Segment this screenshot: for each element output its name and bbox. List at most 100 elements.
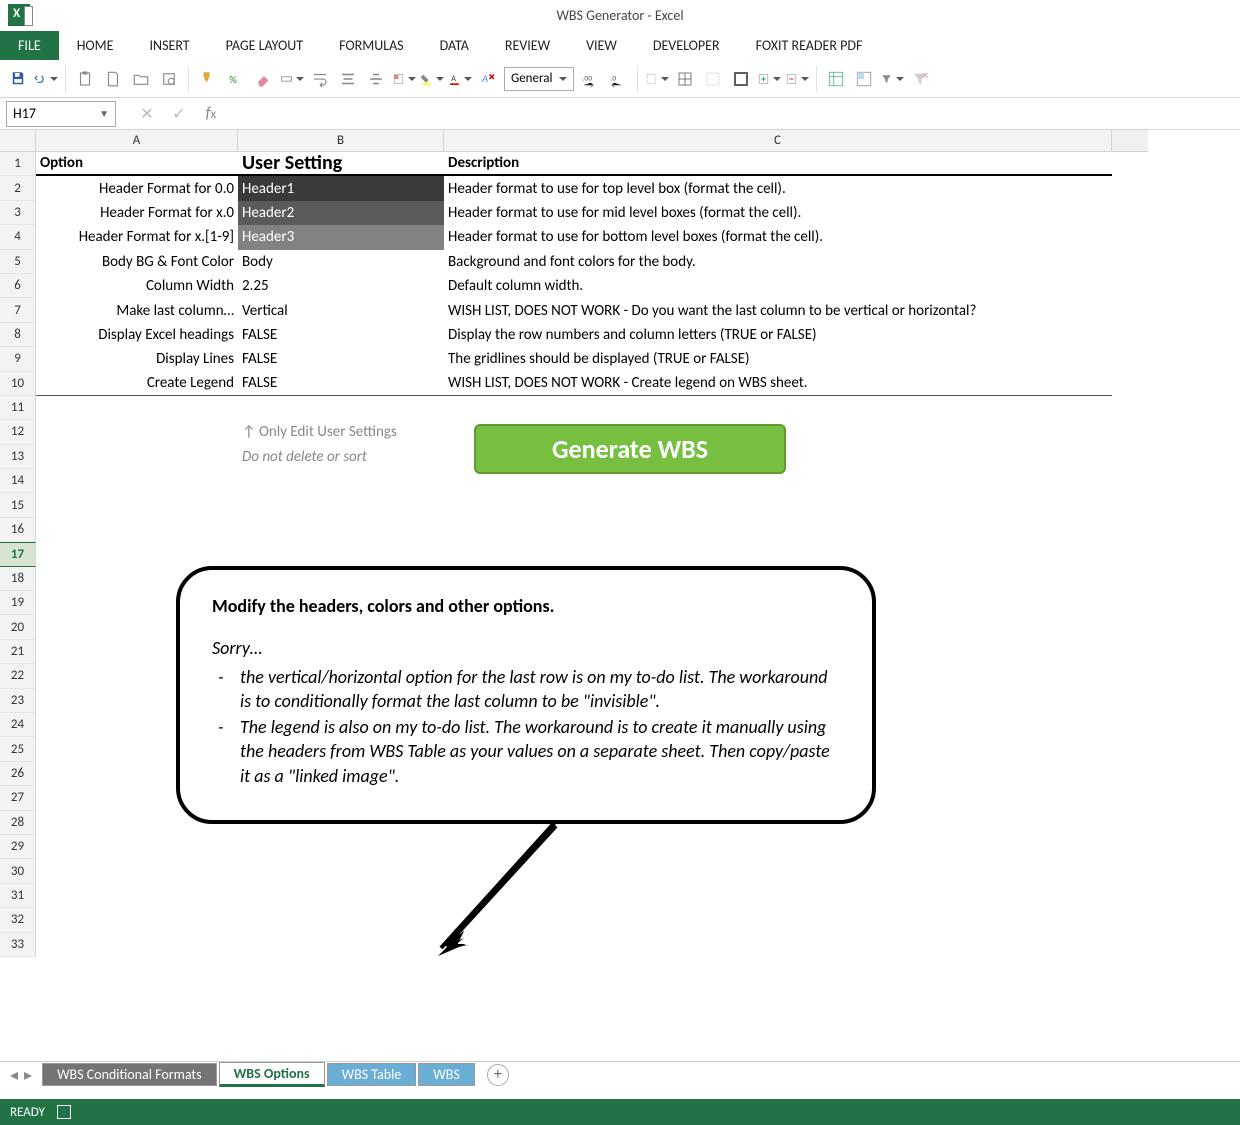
description-cell[interactable]: Header format to use for mid level boxes… bbox=[444, 201, 1112, 225]
generate-wbs-button[interactable]: Generate WBS bbox=[474, 424, 786, 474]
row-header[interactable]: 17 bbox=[0, 542, 36, 566]
thick-border-icon[interactable] bbox=[729, 67, 753, 91]
ribbon-tab-pagelayout[interactable]: PAGE LAYOUT bbox=[208, 31, 321, 60]
empty-row[interactable] bbox=[36, 493, 1112, 517]
option-cell[interactable]: Body BG & Font Color bbox=[36, 250, 238, 274]
select-all-corner[interactable] bbox=[0, 130, 36, 151]
row-header[interactable]: 15 bbox=[0, 493, 36, 517]
table-row[interactable]: Display Excel headingsFALSEDisplay the r… bbox=[36, 323, 1112, 347]
sheet-tab-conditional[interactable]: WBS Conditional Formats bbox=[42, 1063, 217, 1086]
row-header[interactable]: 26 bbox=[0, 762, 36, 786]
description-cell[interactable]: Background and font colors for the body. bbox=[444, 250, 1112, 274]
cells-area[interactable]: Option User Setting Description Header F… bbox=[36, 152, 1112, 957]
row-header[interactable]: 3 bbox=[0, 201, 36, 225]
increase-decimal-icon[interactable]: .00 bbox=[578, 67, 602, 91]
ribbon-tab-home[interactable]: HOME bbox=[59, 31, 132, 60]
row-header[interactable]: 12 bbox=[0, 420, 36, 444]
all-borders-icon[interactable] bbox=[673, 67, 697, 91]
clear-format-icon[interactable]: A bbox=[476, 67, 500, 91]
usersetting-cell[interactable]: FALSE bbox=[238, 347, 444, 371]
enter-formula-icon[interactable]: ✓ bbox=[168, 103, 190, 125]
ribbon-tab-review[interactable]: REVIEW bbox=[487, 31, 568, 60]
empty-row[interactable] bbox=[36, 518, 1112, 542]
sheet-tab-table[interactable]: WBS Table bbox=[327, 1063, 417, 1086]
ribbon-tab-developer[interactable]: DEVELOPER bbox=[635, 31, 738, 60]
description-cell[interactable]: Default column width. bbox=[444, 274, 1112, 298]
description-cell[interactable]: The gridlines should be displayed (TRUE … bbox=[444, 347, 1112, 371]
eraser-icon[interactable] bbox=[252, 67, 276, 91]
merge-icon[interactable] bbox=[280, 67, 304, 91]
print-preview-icon[interactable] bbox=[157, 67, 181, 91]
empty-row[interactable] bbox=[36, 859, 1112, 883]
sheet-tab-options[interactable]: WBS Options bbox=[219, 1062, 325, 1087]
option-cell[interactable]: Header Format for 0.0 bbox=[36, 176, 238, 200]
format-painter-icon[interactable] bbox=[196, 67, 220, 91]
usersetting-cell[interactable]: Header2 bbox=[238, 201, 444, 225]
row-header[interactable]: 10 bbox=[0, 372, 36, 396]
table-row[interactable]: Header Format for x.0Header2Header forma… bbox=[36, 201, 1112, 225]
table-row[interactable]: Header Format for 0.0Header1Header forma… bbox=[36, 176, 1112, 200]
no-border-icon[interactable] bbox=[701, 67, 725, 91]
align-center-icon[interactable] bbox=[336, 67, 360, 91]
option-cell[interactable]: Make last column… bbox=[36, 298, 238, 322]
insert-cells-icon[interactable] bbox=[757, 67, 781, 91]
empty-row[interactable] bbox=[36, 835, 1112, 859]
table-row[interactable]: Create LegendFALSEWISH LIST, DOES NOT WO… bbox=[36, 372, 1112, 396]
column-header-b[interactable]: B bbox=[238, 130, 444, 151]
row-header[interactable]: 13 bbox=[0, 445, 36, 469]
row-header[interactable]: 5 bbox=[0, 250, 36, 274]
column-header-c[interactable]: C bbox=[444, 130, 1112, 151]
delete-cells-icon[interactable] bbox=[785, 67, 809, 91]
ribbon-tab-file[interactable]: FILE bbox=[0, 31, 59, 60]
row-header[interactable]: 7 bbox=[0, 298, 36, 322]
description-cell[interactable]: Display the row numbers and column lette… bbox=[444, 323, 1112, 347]
row-header[interactable]: 31 bbox=[0, 884, 36, 908]
ribbon-tab-insert[interactable]: INSERT bbox=[132, 31, 208, 60]
row-header[interactable]: 22 bbox=[0, 664, 36, 688]
cond-format-icon[interactable] bbox=[392, 67, 416, 91]
row-header[interactable]: 6 bbox=[0, 274, 36, 298]
save-icon[interactable] bbox=[6, 67, 30, 91]
row-header[interactable]: 21 bbox=[0, 640, 36, 664]
row-header[interactable]: 27 bbox=[0, 786, 36, 810]
row-header[interactable]: 14 bbox=[0, 469, 36, 493]
new-file-icon[interactable] bbox=[101, 67, 125, 91]
row-header[interactable]: 11 bbox=[0, 396, 36, 420]
add-sheet-button[interactable]: + bbox=[487, 1064, 509, 1086]
empty-row[interactable] bbox=[36, 933, 1112, 957]
row-header[interactable]: 20 bbox=[0, 615, 36, 639]
align-middle-icon[interactable] bbox=[364, 67, 388, 91]
sheet-tab-wbs[interactable]: WBS bbox=[418, 1063, 475, 1086]
undo-icon[interactable] bbox=[34, 67, 58, 91]
table-row[interactable]: Make last column…VerticalWISH LIST, DOES… bbox=[36, 298, 1112, 322]
row-header[interactable]: 16 bbox=[0, 518, 36, 542]
row-header[interactable]: 29 bbox=[0, 835, 36, 859]
empty-row[interactable] bbox=[36, 884, 1112, 908]
ribbon-tab-view[interactable]: VIEW bbox=[568, 31, 635, 60]
option-cell[interactable]: Header Format for x.0 bbox=[36, 201, 238, 225]
ribbon-tab-formulas[interactable]: FORMULAS bbox=[321, 31, 422, 60]
row-header[interactable]: 32 bbox=[0, 908, 36, 932]
fill-color-icon[interactable] bbox=[420, 67, 444, 91]
row-header[interactable]: 30 bbox=[0, 859, 36, 883]
macro-record-icon[interactable] bbox=[57, 1105, 71, 1119]
paste-icon[interactable] bbox=[73, 67, 97, 91]
filter-icon[interactable] bbox=[880, 67, 904, 91]
borders-icon[interactable] bbox=[645, 67, 669, 91]
clear-filter-icon[interactable] bbox=[908, 67, 932, 91]
open-icon[interactable] bbox=[129, 67, 153, 91]
usersetting-cell[interactable]: FALSE bbox=[238, 372, 444, 395]
row-header[interactable]: 24 bbox=[0, 713, 36, 737]
table-row[interactable]: Header Format for x.[1-9]Header3Header f… bbox=[36, 225, 1112, 249]
row-header[interactable]: 2 bbox=[0, 176, 36, 200]
row-header[interactable]: 25 bbox=[0, 737, 36, 761]
usersetting-cell[interactable]: Header3 bbox=[238, 225, 444, 249]
ribbon-tab-data[interactable]: DATA bbox=[422, 31, 487, 60]
description-cell[interactable]: WISH LIST, DOES NOT WORK - Create legend… bbox=[444, 372, 1112, 395]
row-header[interactable]: 1 bbox=[0, 152, 36, 176]
option-cell[interactable]: Display Lines bbox=[36, 347, 238, 371]
table-row[interactable]: Body BG & Font ColorBodyBackground and f… bbox=[36, 250, 1112, 274]
name-box[interactable]: H17 ▼ bbox=[6, 101, 116, 127]
usersetting-cell[interactable]: Header1 bbox=[238, 176, 444, 200]
usersetting-cell[interactable]: Body bbox=[238, 250, 444, 274]
